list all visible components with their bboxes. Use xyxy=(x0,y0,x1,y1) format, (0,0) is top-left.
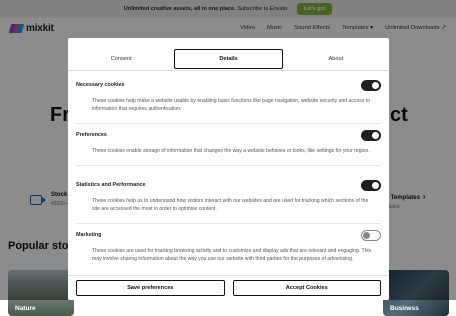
tab-consent[interactable]: Consent xyxy=(68,48,174,70)
section-description: These cookies help us to understand how … xyxy=(92,198,369,213)
cookie-section-marketing: Marketing These cookies are used for tra… xyxy=(76,229,381,263)
statistics-toggle[interactable] xyxy=(361,179,381,191)
tab-details[interactable]: Details xyxy=(174,49,283,69)
section-description: These cookies help make a website usable… xyxy=(92,98,371,113)
cookie-consent-dialog: Consent Details About Necessary cookies … xyxy=(68,38,389,300)
preferences-toggle[interactable] xyxy=(361,129,381,141)
dialog-footer: Save preferences Accept Cookies xyxy=(68,275,389,300)
section-description: These cookies enable storage of informat… xyxy=(92,148,370,154)
divider xyxy=(76,123,381,125)
section-title: Statistics and Performance xyxy=(76,182,146,188)
save-preferences-button[interactable]: Save preferences xyxy=(76,280,225,296)
accept-cookies-button[interactable]: Accept Cookies xyxy=(232,280,381,296)
cookie-section-statistics: Statistics and Performance These cookies… xyxy=(76,179,381,225)
dialog-tabs: Consent Details About xyxy=(68,48,389,71)
divider xyxy=(76,165,381,167)
section-title: Necessary cookies xyxy=(76,82,125,88)
section-description: These cookies are used for tracking brow… xyxy=(92,248,372,263)
necessary-toggle[interactable] xyxy=(361,79,381,91)
cookie-section-necessary: Necessary cookies These cookies help mak… xyxy=(76,79,381,125)
cookie-section-preferences: Preferences These cookies enable storage… xyxy=(76,129,381,167)
card-label: Business xyxy=(390,305,419,312)
tab-about[interactable]: About xyxy=(283,48,389,70)
section-title: Marketing xyxy=(76,232,102,238)
card-label: Nature xyxy=(15,305,36,312)
marketing-toggle[interactable] xyxy=(361,229,381,241)
divider xyxy=(76,223,381,225)
section-title: Preferences xyxy=(76,132,107,138)
scroll-fade xyxy=(68,263,389,275)
